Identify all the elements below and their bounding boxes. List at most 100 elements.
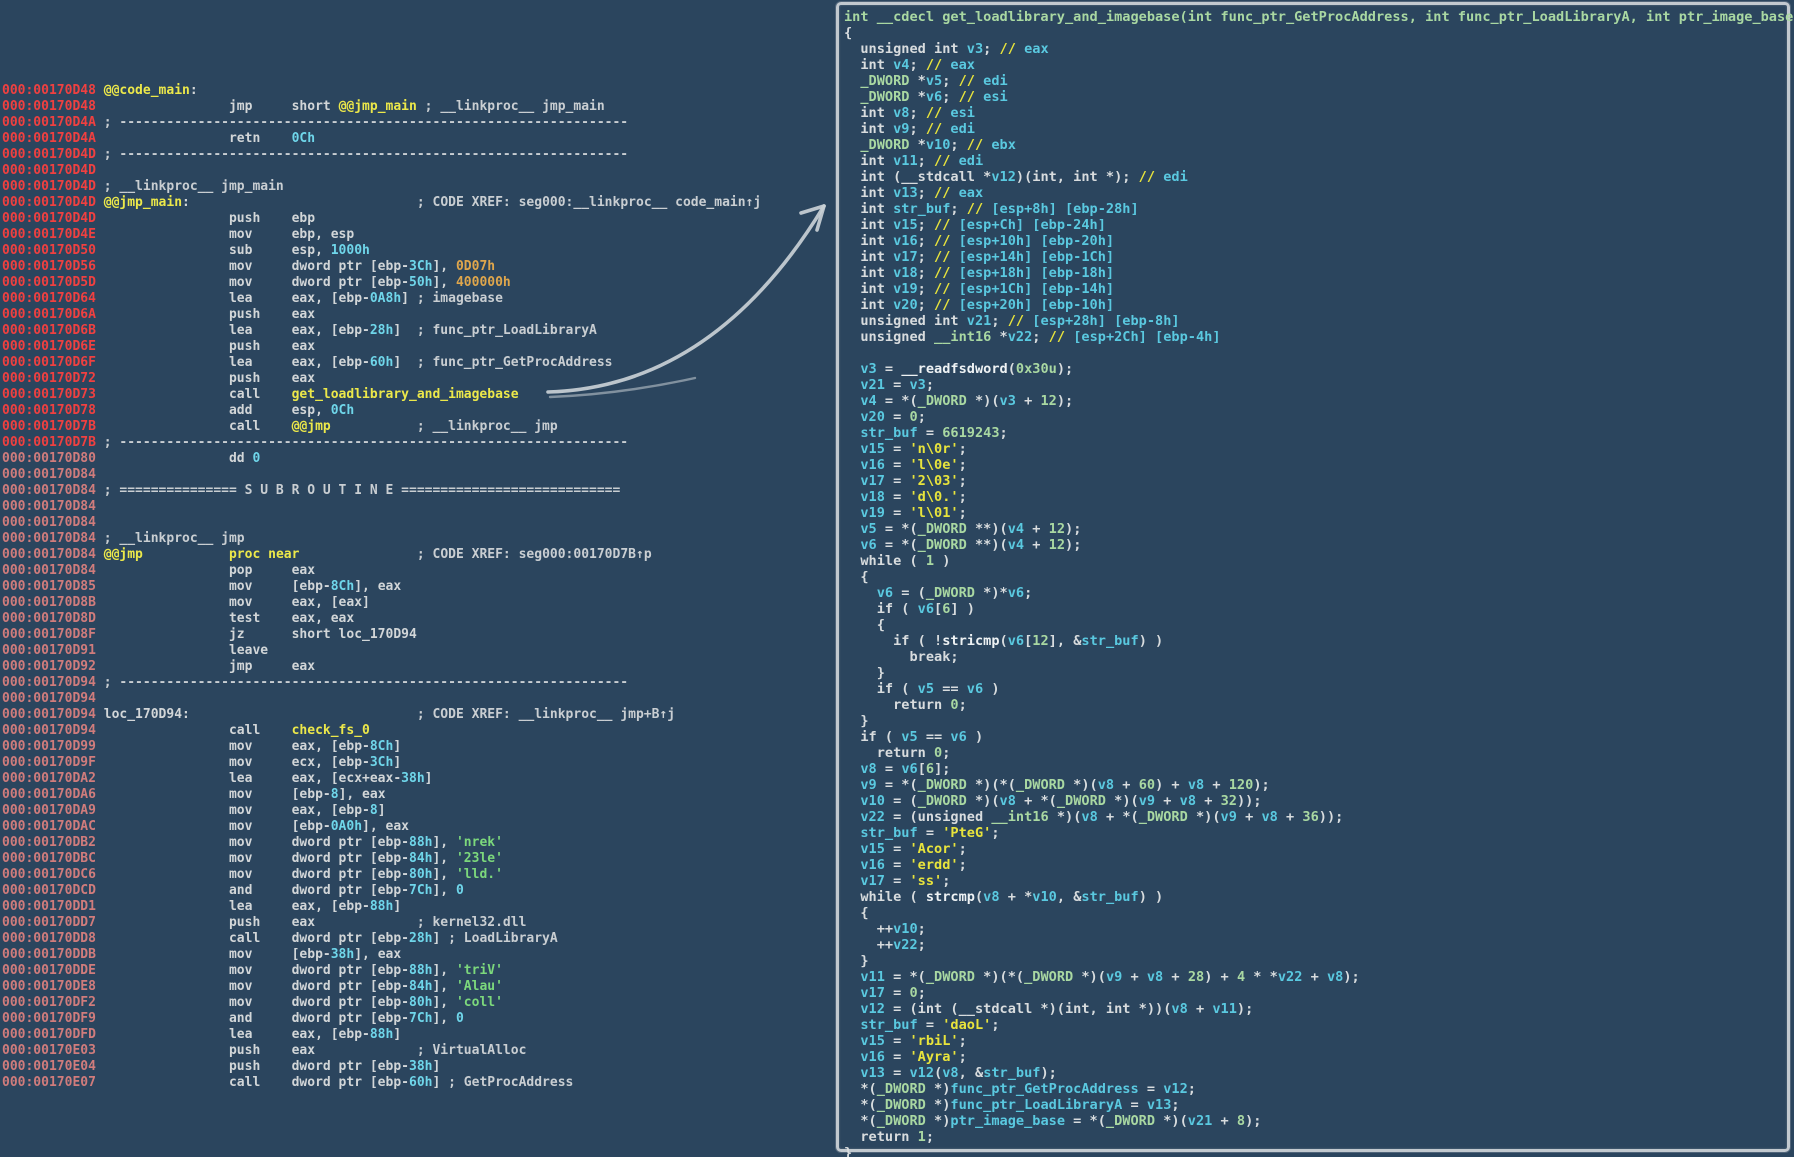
asm-line[interactable]: 000:00170DA2 lea eax, [ecx+eax-38h] xyxy=(2,771,761,787)
asm-line[interactable]: 000:00170D6E push eax xyxy=(2,339,761,355)
pseudo-line[interactable]: int v13; // eax xyxy=(844,185,1787,201)
pseudo-line[interactable]: int str_buf; // [esp+8h] [ebp-28h] xyxy=(844,201,1787,217)
pseudo-line[interactable]: int v9; // edi xyxy=(844,121,1787,137)
asm-line[interactable]: 000:00170DDB mov [ebp-38h], eax xyxy=(2,947,761,963)
pseudo-line[interactable]: v11 = *(_DWORD *)(*(_DWORD *)(v9 + v8 + … xyxy=(844,969,1787,985)
asm-line[interactable]: 000:00170D48 jmp short @@jmp_main ; __li… xyxy=(2,99,761,115)
pseudo-line[interactable]: ++v10; xyxy=(844,921,1787,937)
asm-line[interactable]: 000:00170D6B lea eax, [ebp-28h] ; func_p… xyxy=(2,323,761,339)
asm-line[interactable]: 000:00170D8D test eax, eax xyxy=(2,611,761,627)
asm-line[interactable]: 000:00170DA6 mov [ebp-8], eax xyxy=(2,787,761,803)
pseudo-line[interactable]: *(_DWORD *)ptr_image_base = *(_DWORD *)(… xyxy=(844,1113,1787,1129)
asm-line[interactable]: 000:00170DFD lea eax, [ebp-88h] xyxy=(2,1027,761,1043)
pseudo-line[interactable]: int v11; // edi xyxy=(844,153,1787,169)
asm-line[interactable]: 000:00170D4E mov ebp, esp xyxy=(2,227,761,243)
pseudo-line[interactable]: { xyxy=(844,905,1787,921)
pseudo-line[interactable]: v9 = *(_DWORD *)(*(_DWORD *)(v8 + 60) + … xyxy=(844,777,1787,793)
pseudo-line[interactable]: unsigned int v3; // eax xyxy=(844,41,1787,57)
pseudo-line[interactable]: v16 = 'l\0e'; xyxy=(844,457,1787,473)
pseudo-line[interactable]: v17 = 'ss'; xyxy=(844,873,1787,889)
asm-line[interactable]: 000:00170D5D mov dword ptr [ebp-50h], 40… xyxy=(2,275,761,291)
pseudo-line[interactable]: while ( 1 ) xyxy=(844,553,1787,569)
asm-line[interactable]: 000:00170D92 jmp eax xyxy=(2,659,761,675)
pseudo-line[interactable]: v12 = (int (__stdcall *)(int, int *))(v8… xyxy=(844,1001,1787,1017)
pseudo-line[interactable]: v17 = 0; xyxy=(844,985,1787,1001)
pseudo-line[interactable]: int v8; // esi xyxy=(844,105,1787,121)
pseudo-line[interactable]: return 1; xyxy=(844,1129,1787,1145)
pseudo-line[interactable]: v8 = v6[6]; xyxy=(844,761,1787,777)
pseudo-line[interactable]: v20 = 0; xyxy=(844,409,1787,425)
asm-line[interactable]: 000:00170DD1 lea eax, [ebp-88h] xyxy=(2,899,761,915)
asm-line[interactable]: 000:00170DC6 mov dword ptr [ebp-80h], 'l… xyxy=(2,867,761,883)
pseudo-line[interactable]: break; xyxy=(844,649,1787,665)
asm-line[interactable]: 000:00170D84 ; __linkproc__ jmp xyxy=(2,531,761,547)
asm-line[interactable]: 000:00170D78 add esp, 0Ch xyxy=(2,403,761,419)
asm-line[interactable]: 000:00170D4D ; -------------------------… xyxy=(2,147,761,163)
pseudo-line[interactable]: v19 = 'l\01'; xyxy=(844,505,1787,521)
pseudo-line[interactable]: v4 = *(_DWORD *)(v3 + 12); xyxy=(844,393,1787,409)
pseudo-line[interactable]: return 0; xyxy=(844,745,1787,761)
pseudo-line[interactable]: v6 = *(_DWORD **)(v4 + 12); xyxy=(844,537,1787,553)
pseudo-line[interactable]: if ( v6[6] ) xyxy=(844,601,1787,617)
pseudo-line[interactable]: _DWORD *v10; // ebx xyxy=(844,137,1787,153)
pseudo-line[interactable]: { xyxy=(844,25,1787,41)
asm-line[interactable]: 000:00170D4D ; __linkproc__ jmp_main xyxy=(2,179,761,195)
pseudo-line[interactable]: if ( v5 == v6 ) xyxy=(844,729,1787,745)
asm-line[interactable]: 000:00170D9F mov ecx, [ebp-3Ch] xyxy=(2,755,761,771)
asm-line[interactable]: 000:00170DAC mov [ebp-0A0h], eax xyxy=(2,819,761,835)
asm-line[interactable]: 000:00170D91 leave xyxy=(2,643,761,659)
asm-line[interactable]: 000:00170E03 push eax ; VirtualAlloc xyxy=(2,1043,761,1059)
asm-line[interactable]: 000:00170D4D @@jmp_main: ; CODE XREF: se… xyxy=(2,195,761,211)
asm-line[interactable]: 000:00170D6F lea eax, [ebp-60h] ; func_p… xyxy=(2,355,761,371)
pseudo-line[interactable]: v5 = *(_DWORD **)(v4 + 12); xyxy=(844,521,1787,537)
pseudo-line[interactable]: v15 = 'n\0r'; xyxy=(844,441,1787,457)
pseudo-line[interactable]: int v16; // [esp+10h] [ebp-20h] xyxy=(844,233,1787,249)
asm-line[interactable]: 000:00170D84 xyxy=(2,499,761,515)
asm-line[interactable]: 000:00170D84 pop eax xyxy=(2,563,761,579)
pseudo-line[interactable]: ++v22; xyxy=(844,937,1787,953)
pseudo-line[interactable]: } xyxy=(844,953,1787,969)
asm-line[interactable]: 000:00170D99 mov eax, [ebp-8Ch] xyxy=(2,739,761,755)
asm-line[interactable]: 000:00170D56 mov dword ptr [ebp-3Ch], 0D… xyxy=(2,259,761,275)
asm-line[interactable]: 000:00170DD7 push eax ; kernel32.dll xyxy=(2,915,761,931)
pseudo-line[interactable]: str_buf = 'PteG'; xyxy=(844,825,1787,841)
pseudo-line[interactable]: } xyxy=(844,665,1787,681)
asm-line[interactable]: 000:00170E07 call dword ptr [ebp-60h] ; … xyxy=(2,1075,761,1091)
pseudo-line[interactable]: v6 = (_DWORD *)*v6; xyxy=(844,585,1787,601)
asm-line[interactable]: 000:00170DA9 mov eax, [ebp-8] xyxy=(2,803,761,819)
asm-line[interactable]: 000:00170D48 @@code_main: xyxy=(2,83,761,99)
asm-line[interactable]: 000:00170D85 mov [ebp-8Ch], eax xyxy=(2,579,761,595)
pseudo-line[interactable]: int __cdecl get_loadlibrary_and_imagebas… xyxy=(844,9,1787,25)
pseudo-line[interactable]: v15 = 'Acor'; xyxy=(844,841,1787,857)
pseudo-line[interactable]: v15 = 'rbiL'; xyxy=(844,1033,1787,1049)
asm-line[interactable]: 000:00170D64 lea eax, [ebp-0A8h] ; image… xyxy=(2,291,761,307)
asm-line[interactable]: 000:00170D8F jz short loc_170D94 xyxy=(2,627,761,643)
asm-line[interactable]: 000:00170D94 xyxy=(2,691,761,707)
pseudo-line[interactable]: v17 = '2\03'; xyxy=(844,473,1787,489)
pseudo-line[interactable]: int v19; // [esp+1Ch] [ebp-14h] xyxy=(844,281,1787,297)
pseudo-line[interactable]: } xyxy=(844,713,1787,729)
asm-line[interactable]: 000:00170D4D push ebp xyxy=(2,211,761,227)
asm-line[interactable]: 000:00170DF9 and dword ptr [ebp-7Ch], 0 xyxy=(2,1011,761,1027)
asm-line[interactable]: 000:00170D6A push eax xyxy=(2,307,761,323)
asm-line[interactable]: 000:00170D94 call check_fs_0 xyxy=(2,723,761,739)
pseudo-line[interactable]: } xyxy=(844,1145,1787,1157)
asm-line[interactable]: 000:00170D4D xyxy=(2,163,761,179)
asm-line[interactable]: 000:00170D94 loc_170D94: ; CODE XREF: __… xyxy=(2,707,761,723)
pseudo-line[interactable]: v10 = (_DWORD *)(v8 + *(_DWORD *)(v9 + v… xyxy=(844,793,1787,809)
asm-line[interactable]: 000:00170D84 xyxy=(2,467,761,483)
pseudo-line[interactable]: while ( strcmp(v8 + *v10, &str_buf) ) xyxy=(844,889,1787,905)
asm-line[interactable]: 000:00170D4A ; -------------------------… xyxy=(2,115,761,131)
pseudo-line[interactable]: unsigned int v21; // [esp+28h] [ebp-8h] xyxy=(844,313,1787,329)
pseudo-line[interactable]: unsigned __int16 *v22; // [esp+2Ch] [ebp… xyxy=(844,329,1787,345)
pseudo-line[interactable]: int v17; // [esp+14h] [ebp-1Ch] xyxy=(844,249,1787,265)
asm-line[interactable]: 000:00170DCD and dword ptr [ebp-7Ch], 0 xyxy=(2,883,761,899)
pseudo-line[interactable]: _DWORD *v5; // edi xyxy=(844,73,1787,89)
pseudo-line[interactable]: int v15; // [esp+Ch] [ebp-24h] xyxy=(844,217,1787,233)
pseudo-line[interactable]: { xyxy=(844,617,1787,633)
asm-line[interactable]: 000:00170DD8 call dword ptr [ebp-28h] ; … xyxy=(2,931,761,947)
asm-line[interactable]: 000:00170D4A retn 0Ch xyxy=(2,131,761,147)
pseudo-line[interactable]: v13 = v12(v8, &str_buf); xyxy=(844,1065,1787,1081)
pseudo-line[interactable]: int v20; // [esp+20h] [ebp-10h] xyxy=(844,297,1787,313)
pseudo-line[interactable]: *(_DWORD *)func_ptr_GetProcAddress = v12… xyxy=(844,1081,1787,1097)
